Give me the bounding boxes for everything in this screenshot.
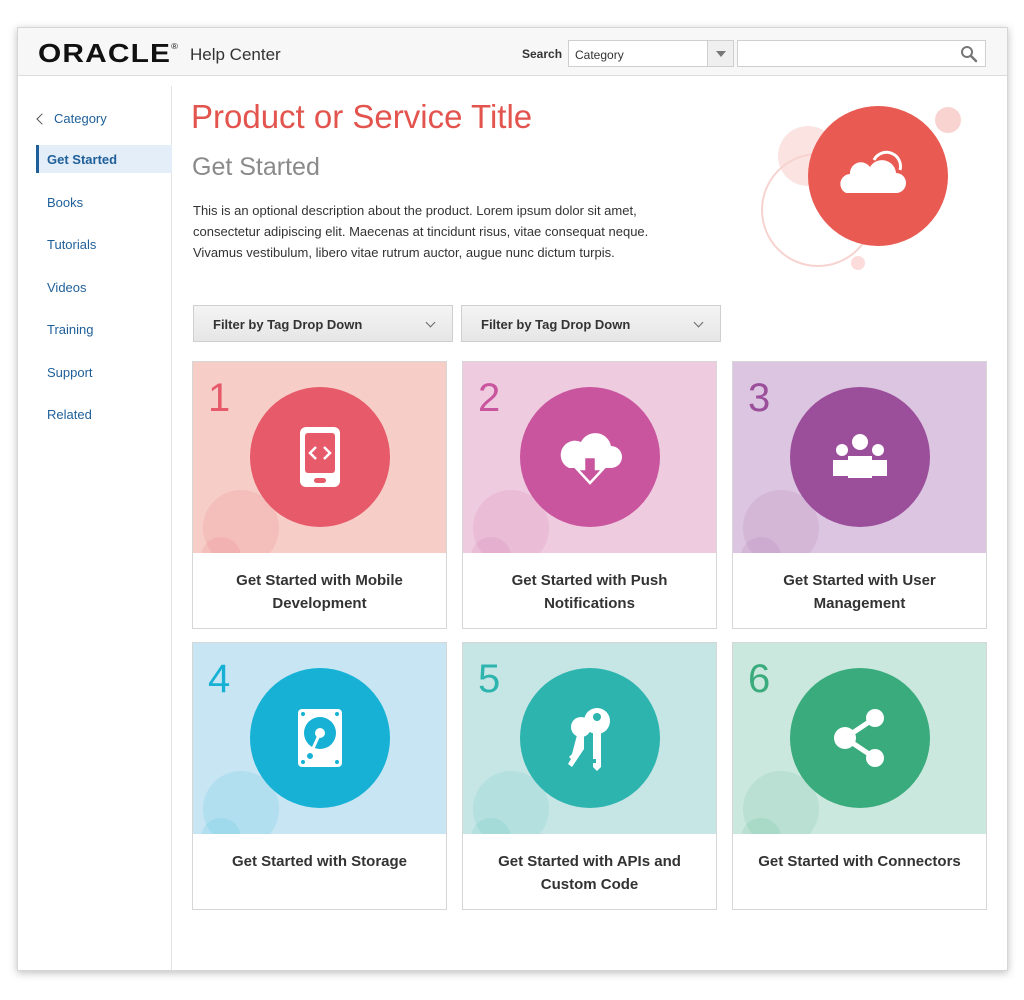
card-user-management[interactable]: 3 Get Started with User Management (732, 361, 987, 629)
filter-by-tag-dropdown-1[interactable]: Filter by Tag Drop Down (193, 305, 453, 342)
card-title: Get Started with Storage (231, 853, 408, 870)
card-mobile-development[interactable]: 1 Get Started with Mobile Development (192, 361, 447, 629)
card-banner: 6 (733, 643, 986, 834)
card-title: Get Started with Connectors (758, 853, 961, 870)
header-bar: ORACLE® Help Center Search Category (18, 28, 1007, 76)
sidebar-item-training[interactable]: Training (36, 315, 172, 343)
card-number: 5 (478, 657, 501, 701)
search-label: Search (522, 47, 563, 61)
card-connectors[interactable]: 6 Get Started with Connectors (732, 642, 987, 910)
chevron-down-icon (425, 317, 436, 328)
sidebar-item-tutorials[interactable]: Tutorials (36, 230, 172, 258)
card-icon-circle (520, 387, 660, 527)
sidebar-item-related[interactable]: Related (36, 400, 172, 428)
chevron-down-icon (693, 317, 704, 328)
sidebar-item-books[interactable]: Books (36, 188, 172, 216)
card-icon-circle (790, 387, 930, 527)
mobile-code-icon (300, 427, 340, 487)
sidebar-item-videos[interactable]: Videos (36, 273, 172, 301)
hard-drive-icon (298, 709, 342, 767)
filter-label: Filter by Tag Drop Down (213, 317, 363, 332)
category-select-value: Category (575, 48, 624, 62)
sidebar-nav: Category Get Started Books Tutorials Vid… (18, 86, 172, 970)
sidebar-item-support[interactable]: Support (36, 358, 172, 386)
card-title: Get Started with Push Notifications (511, 572, 668, 612)
card-icon-circle (520, 668, 660, 808)
card-storage[interactable]: 4 Get Started with Storage (192, 642, 447, 910)
help-center-page: ORACLE® Help Center Search Category Cate… (17, 27, 1008, 971)
hero-illustration (761, 106, 961, 270)
chevron-left-icon (36, 112, 48, 125)
search-icon[interactable] (960, 45, 978, 63)
cloud-download-icon (560, 433, 622, 485)
card-banner: 1 (193, 362, 446, 553)
card-banner: 5 (463, 643, 716, 834)
card-banner: 4 (193, 643, 446, 834)
card-number: 6 (748, 657, 771, 701)
card-number: 1 (208, 376, 231, 420)
card-icon-circle (250, 668, 390, 808)
page-title: Product or Service Title (191, 98, 533, 135)
page-description: This is an optional description about th… (193, 203, 649, 260)
oracle-logo[interactable]: ORACLE® (38, 38, 179, 69)
card-banner: 3 (733, 362, 986, 553)
card-number: 3 (748, 376, 771, 420)
filter-label: Filter by Tag Drop Down (481, 317, 631, 332)
back-to-category-link[interactable]: Category (36, 111, 107, 126)
keys-icon (568, 708, 610, 771)
filter-by-tag-dropdown-2[interactable]: Filter by Tag Drop Down (461, 305, 721, 342)
card-title: Get Started with APIs and Custom Code (498, 853, 681, 893)
card-number: 4 (208, 657, 231, 701)
category-select[interactable]: Category (568, 40, 734, 67)
page-subtitle: Get Started (192, 153, 320, 181)
sidebar-item-get-started[interactable]: Get Started (36, 145, 172, 173)
users-icon (833, 434, 887, 478)
card-banner: 2 (463, 362, 716, 553)
card-title: Get Started with User Management (783, 572, 936, 612)
card-apis-custom-code[interactable]: 5 Get Started with APIs and Custom Code (462, 642, 717, 910)
dropdown-arrow-icon[interactable] (707, 41, 733, 66)
back-link-label: Category (54, 111, 107, 126)
search-input[interactable] (737, 40, 986, 67)
card-number: 2 (478, 376, 501, 420)
share-icon (834, 709, 884, 767)
card-title: Get Started with Mobile Development (236, 572, 403, 612)
card-icon-circle (250, 387, 390, 527)
product-name: Help Center (190, 45, 281, 64)
card-icon-circle (790, 668, 930, 808)
card-push-notifications[interactable]: 2 Get Started with Push Notifications (462, 361, 717, 629)
